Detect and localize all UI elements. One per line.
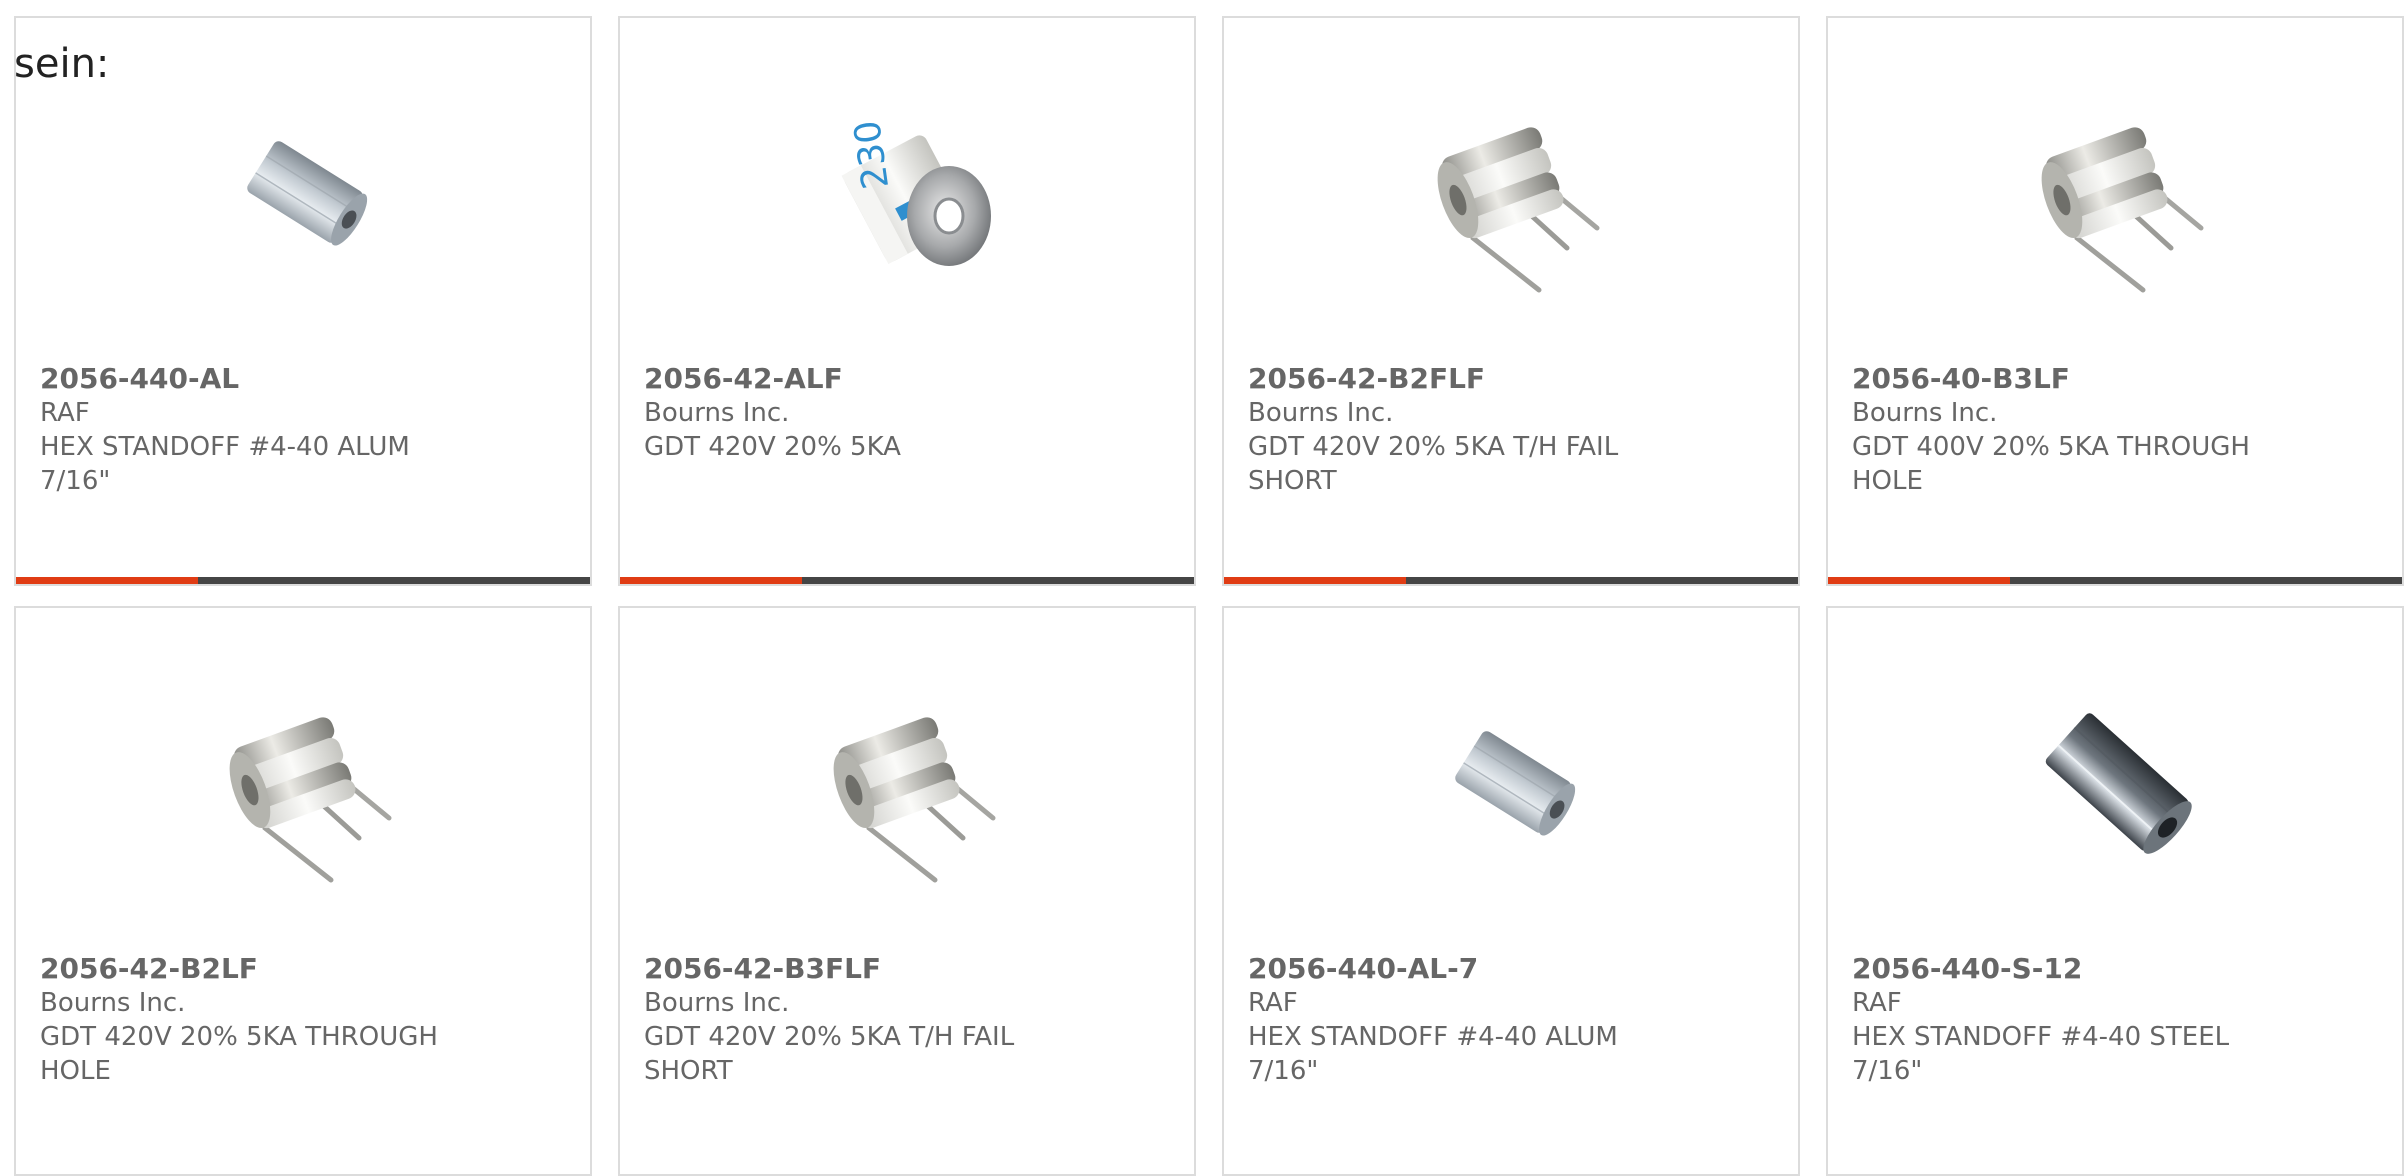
product-card[interactable]: 2056-42-B2LF Bourns Inc. GDT 420V 20% 5K… [14,606,592,1176]
product-card[interactable]: 2056-42-B3FLF Bourns Inc. GDT 420V 20% 5… [618,606,1196,1176]
part-number-link[interactable]: 2056-42-ALF [644,362,1044,396]
gdt-three-lead-image[interactable] [805,678,1013,886]
part-number-link[interactable]: 2056-440-AL [40,362,440,396]
manufacturer-name: RAF [1248,988,1298,1018]
product-card[interactable]: 2056-440-AL-7 RAF HEX STANDOFF #4-40 ALU… [1222,606,1800,1176]
product-description: GDT 400V 20% 5KA THROUGH HOLE [1852,432,2250,496]
card-footer-accent [1828,577,2010,584]
manufacturer-name: RAF [40,398,90,428]
manufacturer-name: Bourns Inc. [40,988,186,1018]
part-number-link[interactable]: 2056-42-B2FLF [1248,362,1648,396]
hex-standoff-aluminum-image[interactable] [1409,678,1617,886]
product-card[interactable]: 2056-42-B2FLF Bourns Inc. GDT 420V 20% 5… [1222,16,1800,586]
card-footer-bar [620,577,1194,584]
manufacturer-name: RAF [1852,988,1902,1018]
manufacturer-name: Bourns Inc. [1852,398,1998,428]
card-footer-bar [1224,577,1798,584]
hex-standoff-steel-image[interactable] [2013,678,2221,886]
part-number-link[interactable]: 2056-42-B3FLF [644,952,1044,986]
card-footer-accent [1224,577,1406,584]
product-card[interactable]: 2056-40-B3LF Bourns Inc. GDT 400V 20% 5K… [1826,16,2404,586]
product-description: HEX STANDOFF #4-40 ALUM 7/16" [40,432,410,496]
card-footer-bar [16,577,590,584]
product-description: GDT 420V 20% 5KA T/H FAIL SHORT [644,1022,1015,1086]
manufacturer-name: Bourns Inc. [1248,398,1394,428]
card-footer-accent [620,577,802,584]
manufacturer-name: Bourns Inc. [644,988,790,1018]
card-footer-accent [16,577,198,584]
gdt-three-lead-image[interactable] [1409,88,1617,296]
product-card[interactable]: 2056-440-S-12 RAF HEX STANDOFF #4-40 STE… [1826,606,2404,1176]
card-footer-bar [1828,577,2402,584]
gdt-cylinder-image[interactable]: 230 [805,88,1013,296]
part-number-link[interactable]: 2056-440-AL-7 [1248,952,1648,986]
part-number-link[interactable]: 2056-42-B2LF [40,952,440,986]
product-description: GDT 420V 20% 5KA THROUGH HOLE [40,1022,438,1086]
part-number-link[interactable]: 2056-440-S-12 [1852,952,2252,986]
product-description: GDT 420V 20% 5KA [644,432,901,462]
hex-standoff-aluminum-image[interactable] [201,88,409,296]
part-number-link[interactable]: 2056-40-B3LF [1852,362,2252,396]
product-card[interactable]: 230 2056-42-ALF Bourns Inc. GDT 420V 20%… [618,16,1196,586]
product-description: HEX STANDOFF #4-40 ALUM 7/16" [1248,1022,1618,1086]
gdt-three-lead-image[interactable] [2013,88,2221,296]
gdt-three-lead-image[interactable] [201,678,409,886]
product-description: HEX STANDOFF #4-40 STEEL 7/16" [1852,1022,2230,1086]
product-card[interactable]: 2056-440-AL RAF HEX STANDOFF #4-40 ALUM … [14,16,592,586]
gdt-marking-text: 230 [847,118,897,192]
manufacturer-name: Bourns Inc. [644,398,790,428]
intro-text: sein: [14,41,110,87]
product-description: GDT 420V 20% 5KA T/H FAIL SHORT [1248,432,1619,496]
